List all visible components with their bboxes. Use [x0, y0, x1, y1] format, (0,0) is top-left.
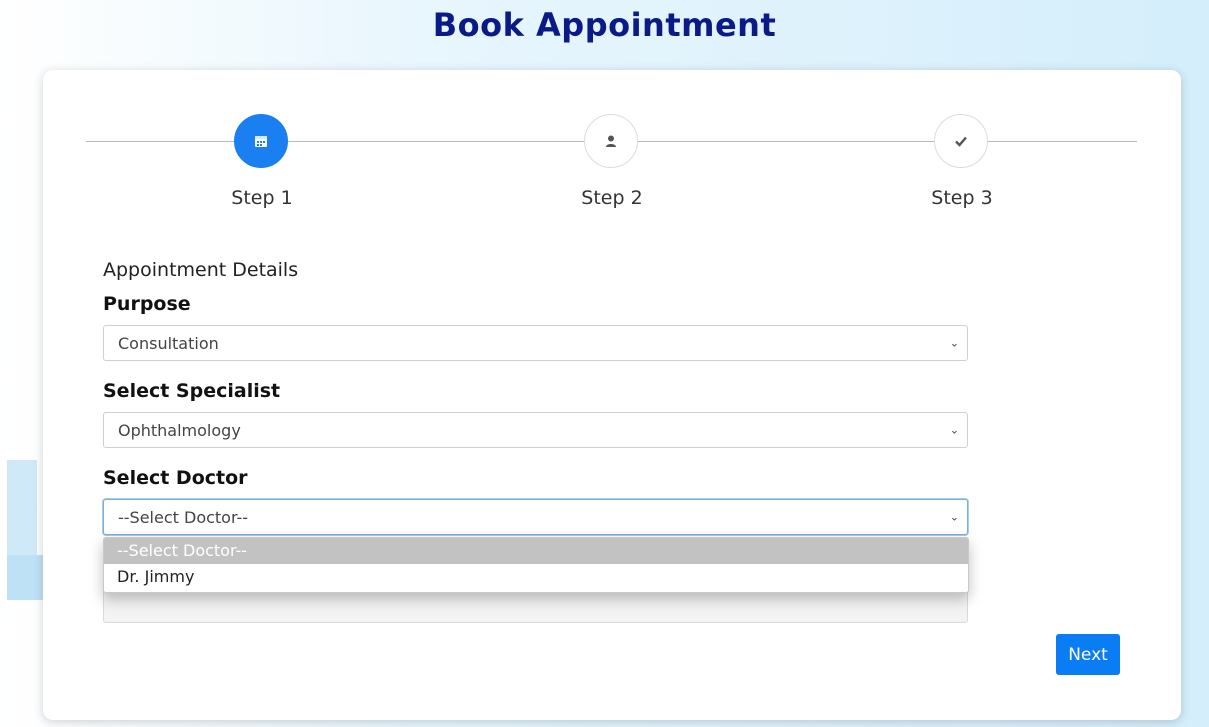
chevron-down-icon: ⌄ — [949, 336, 959, 350]
doctor-value: --Select Doctor-- — [118, 507, 249, 527]
specialist-label: Select Specialist — [103, 380, 281, 402]
step-3-label: Step 3 — [931, 187, 993, 209]
doctor-option[interactable]: Dr. Jimmy — [104, 564, 968, 590]
next-button[interactable]: Next — [1056, 634, 1120, 675]
step-2-label: Step 2 — [581, 187, 643, 209]
section-title: Appointment Details — [103, 259, 299, 281]
chevron-down-icon: ⌄ — [949, 423, 959, 437]
purpose-value: Consultation — [118, 333, 219, 353]
chevron-down-icon: ⌄ — [949, 510, 959, 524]
doctor-select[interactable]: --Select Doctor-- ⌄ — [103, 499, 968, 535]
left-edge-strip — [0, 0, 7, 727]
page-title: Book Appointment — [432, 6, 777, 44]
calendar-icon — [234, 114, 288, 168]
step-1[interactable] — [234, 114, 290, 168]
appointment-card: Step 1 Step 2 Step 3 Appointment Details… — [43, 70, 1181, 720]
specialist-value: Ophthalmology — [118, 420, 241, 440]
background-shape — [7, 555, 47, 600]
step-3[interactable] — [934, 114, 990, 168]
doctor-label: Select Doctor — [103, 467, 248, 489]
check-icon — [934, 114, 988, 168]
purpose-select[interactable]: Consultation ⌄ — [103, 325, 968, 361]
doctor-option[interactable]: --Select Doctor-- — [104, 538, 968, 564]
specialist-select[interactable]: Ophthalmology ⌄ — [103, 412, 968, 448]
step-1-label: Step 1 — [231, 187, 293, 209]
user-icon — [584, 114, 638, 168]
step-2[interactable] — [584, 114, 640, 168]
purpose-label: Purpose — [103, 293, 191, 315]
doctor-dropdown-list: --Select Doctor-- Dr. Jimmy — [103, 537, 969, 593]
